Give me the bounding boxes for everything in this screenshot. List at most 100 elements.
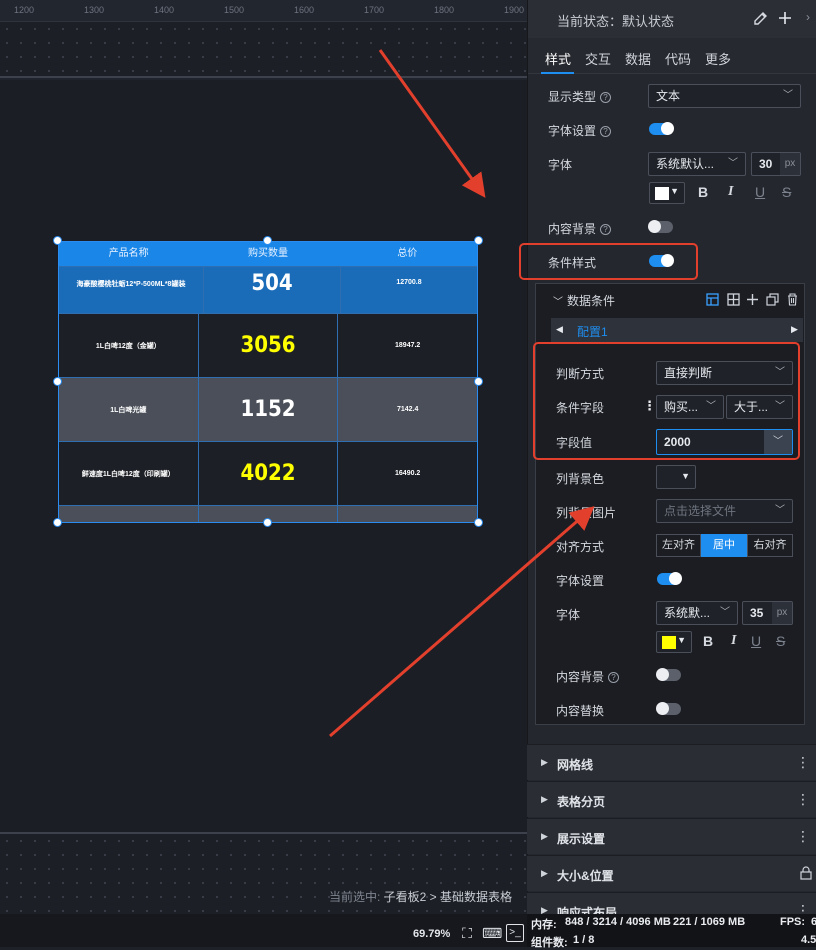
- resize-handle[interactable]: [474, 377, 483, 386]
- components-label: 组件数:: [531, 937, 568, 949]
- lock-icon[interactable]: [800, 866, 812, 880]
- underline-button[interactable]: U: [755, 184, 765, 200]
- tab-data[interactable]: 数据: [625, 49, 651, 68]
- font2-color-picker[interactable]: ▼: [656, 631, 692, 653]
- help-icon[interactable]: ?: [608, 672, 620, 683]
- more-vertical-icon[interactable]: ⋮: [796, 828, 810, 845]
- add-icon[interactable]: [746, 293, 759, 306]
- resize-handle[interactable]: [474, 518, 483, 527]
- font-setting-toggle[interactable]: [649, 122, 674, 135]
- trash-icon[interactable]: [786, 293, 799, 306]
- keyboard-icon[interactable]: ⌨: [482, 924, 502, 942]
- resize-handle[interactable]: [53, 236, 62, 245]
- caret-down-icon: ▼: [681, 471, 690, 481]
- align-right-button[interactable]: 右对齐: [747, 534, 793, 557]
- col-bg-image-label: 列背景图片: [556, 506, 617, 520]
- zoom-level[interactable]: 69.79%: [413, 928, 450, 940]
- table-row[interactable]: 1L白啤光罐 1152 7142.4: [59, 377, 477, 441]
- section-gridlines[interactable]: ▶ 网格线 ⋮: [527, 744, 816, 780]
- chevron-down-icon: ﹀: [728, 158, 738, 169]
- font-color-picker[interactable]: ▼: [649, 182, 685, 204]
- content-bg-toggle[interactable]: [648, 220, 673, 233]
- italic-button[interactable]: I: [728, 184, 733, 200]
- resize-handle[interactable]: [263, 518, 272, 527]
- display-type-label: 显示类型?: [548, 88, 612, 105]
- font-setting2-toggle[interactable]: [657, 572, 682, 585]
- tab-more[interactable]: 更多: [705, 49, 731, 68]
- section-responsive[interactable]: ▶ 响应式布局 ⋮: [527, 892, 816, 914]
- collapse-arrow-icon[interactable]: ﹀: [553, 293, 563, 308]
- tab-style[interactable]: 样式: [545, 49, 571, 68]
- more-vertical-icon[interactable]: ⋮: [796, 754, 810, 771]
- font-size-input[interactable]: 30 px: [751, 152, 801, 176]
- current-state-label[interactable]: 当前状态：默认状态: [557, 11, 674, 30]
- content-bg2-label: 内容背景?: [556, 668, 620, 685]
- strikethrough-button[interactable]: S: [776, 633, 785, 649]
- prev-config-icon[interactable]: ◀: [556, 324, 563, 335]
- content-bg2-toggle[interactable]: [656, 668, 681, 681]
- annotation-box: [519, 243, 698, 280]
- grid-icon[interactable]: [727, 293, 740, 306]
- copy-icon[interactable]: [766, 293, 779, 306]
- font2-family-value: 系统默...: [664, 606, 711, 620]
- col-bg-color-picker[interactable]: ▼: [656, 465, 696, 489]
- selection-breadcrumb: 当前选中: 子看板2 > 基础数据表格: [329, 888, 512, 905]
- section-size-position[interactable]: ▶ 大小&位置: [527, 855, 816, 891]
- tab-interaction[interactable]: 交互: [585, 49, 611, 68]
- bold-button[interactable]: B: [703, 633, 713, 649]
- align-center-button[interactable]: 居中: [701, 534, 747, 557]
- align-left-button[interactable]: 左对齐: [656, 534, 701, 557]
- section-pagination[interactable]: ▶ 表格分页 ⋮: [527, 781, 816, 817]
- selection-path[interactable]: 子看板2 > 基础数据表格: [384, 890, 512, 904]
- caret-down-icon: ▼: [677, 635, 686, 645]
- underline-button[interactable]: U: [751, 633, 761, 649]
- next-config-icon[interactable]: ▶: [791, 324, 798, 335]
- font-family-value: 系统默认...: [656, 157, 715, 171]
- layout-icon[interactable]: [706, 293, 719, 306]
- font2-family-select[interactable]: 系统默... ﹀: [656, 601, 738, 625]
- bold-button[interactable]: B: [698, 184, 708, 200]
- italic-button[interactable]: I: [731, 633, 736, 649]
- cell-total: 7142.4: [396, 406, 419, 413]
- ruler-label: 1300: [84, 5, 105, 15]
- table-row[interactable]: 海豪酸樱桃牡蛎12*P-500ML*8罐装 504 12700.8: [59, 266, 477, 313]
- data-table-widget[interactable]: 产品名称 购买数量 总价 海豪酸樱桃牡蛎12*P-500ML*8罐装 504 1…: [58, 241, 478, 523]
- column-header[interactable]: 购买数量: [198, 242, 337, 266]
- more-vertical-icon[interactable]: ⋮: [796, 791, 810, 808]
- active-tab-indicator: [541, 72, 574, 74]
- col-bg-image-select[interactable]: 点击选择文件 ﹀: [656, 499, 793, 523]
- help-icon[interactable]: ?: [600, 92, 612, 103]
- more-vertical-icon[interactable]: ⋮: [796, 902, 810, 914]
- font2-color-swatch: [662, 636, 676, 649]
- horizontal-ruler: 1200 1300 1400 1500 1600 1700 1800 1900: [0, 0, 527, 22]
- resize-handle[interactable]: [53, 518, 62, 527]
- tab-code[interactable]: 代码: [665, 49, 691, 68]
- help-icon[interactable]: ?: [600, 126, 612, 137]
- config-tab[interactable]: 配置1: [577, 323, 608, 344]
- content-replace-toggle[interactable]: [656, 702, 681, 715]
- chevron-right-icon[interactable]: ›: [806, 10, 810, 24]
- display-type-select[interactable]: 文本 ﹀: [648, 84, 801, 108]
- font-family-select[interactable]: 系统默认... ﹀: [648, 152, 746, 176]
- resize-handle[interactable]: [53, 377, 62, 386]
- table-row[interactable]: 鲜速度1L白啤12度（印刷罐） 4022 16490.2: [59, 441, 477, 505]
- fps-value: 6: [811, 916, 816, 928]
- design-canvas[interactable]: 1200 1300 1400 1500 1600 1700 1800 1900 …: [0, 0, 527, 914]
- column-header[interactable]: 产品名称: [59, 242, 198, 266]
- cell-total: 12700.8: [396, 279, 422, 286]
- font2-size-input[interactable]: 35 px: [742, 601, 793, 625]
- font2-label: 字体: [556, 608, 581, 622]
- add-state-icon[interactable]: [778, 11, 792, 25]
- section-title: 表格分页: [557, 795, 606, 809]
- section-display[interactable]: ▶ 展示设置 ⋮: [527, 818, 816, 854]
- fit-screen-icon[interactable]: ⛶: [458, 924, 476, 942]
- resize-handle[interactable]: [474, 236, 483, 245]
- terminal-icon[interactable]: >_: [506, 924, 524, 942]
- section-title: 展示设置: [557, 832, 606, 846]
- table-row[interactable]: 1L白啤12度（金罐） 3056 18947.2: [59, 313, 477, 377]
- column-header[interactable]: 总价: [338, 242, 477, 266]
- strikethrough-button[interactable]: S: [782, 184, 791, 200]
- resize-handle[interactable]: [263, 236, 272, 245]
- edit-icon[interactable]: [753, 11, 768, 26]
- help-icon[interactable]: ?: [600, 224, 612, 235]
